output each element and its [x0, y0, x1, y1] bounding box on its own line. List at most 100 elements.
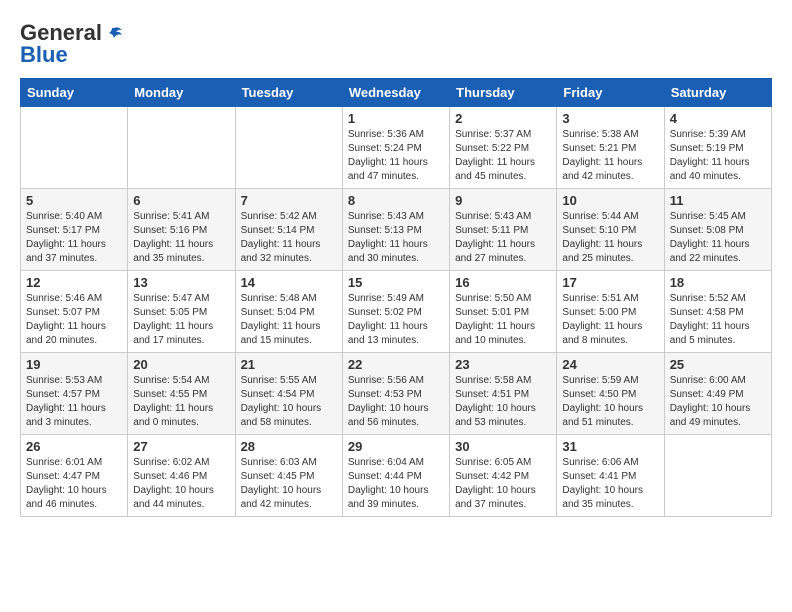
day-number: 20: [133, 357, 229, 372]
day-info: Sunrise: 5:40 AM Sunset: 5:17 PM Dayligh…: [26, 210, 122, 266]
day-info: Sunrise: 6:01 AM Sunset: 4:47 PM Dayligh…: [26, 456, 122, 512]
calendar-cell: 1Sunrise: 5:36 AM Sunset: 5:24 PM Daylig…: [342, 107, 449, 189]
weekday-header: Sunday: [21, 79, 128, 107]
day-info: Sunrise: 5:54 AM Sunset: 4:55 PM Dayligh…: [133, 374, 229, 430]
calendar-cell: 6 Sunrise: 5:41 AM Sunset: 5:16 PM Daylig…: [128, 189, 235, 271]
calendar-table: SundayMondayTuesdayWednesdayThursdayFrid…: [20, 78, 772, 517]
day-number: 14: [241, 275, 337, 290]
day-number: 24: [562, 357, 658, 372]
day-number: 22: [348, 357, 444, 372]
day-number: 27: [133, 439, 229, 454]
day-info: Sunrise: 6:03 AM Sunset: 4:45 PM Dayligh…: [241, 456, 337, 512]
weekday-header: Friday: [557, 79, 664, 107]
day-info: Sunrise: 5:50 AM Sunset: 5:01 PM Dayligh…: [455, 292, 551, 348]
calendar-cell: [21, 107, 128, 189]
day-info: Sunrise: 5:47 AM Sunset: 5:05 PM Dayligh…: [133, 292, 229, 348]
day-info: Sunrise: 5:48 AM Sunset: 5:04 PM Dayligh…: [241, 292, 337, 348]
day-info: Sunrise: 5:51 AM Sunset: 5:00 PM Dayligh…: [562, 292, 658, 348]
day-number: 13: [133, 275, 229, 290]
weekday-header: Monday: [128, 79, 235, 107]
day-number: 21: [241, 357, 337, 372]
day-info: Sunrise: 6:05 AM Sunset: 4:42 PM Dayligh…: [455, 456, 551, 512]
calendar-cell: [664, 435, 771, 517]
calendar-cell: 18 Sunrise: 5:52 AM Sunset: 4:58 PM Dayli…: [664, 271, 771, 353]
day-number: 8: [348, 193, 444, 208]
calendar-cell: 26 Sunrise: 6:01 AM Sunset: 4:47 PM Dayli…: [21, 435, 128, 517]
calendar-cell: 15 Sunrise: 5:49 AM Sunset: 5:02 PM Dayli…: [342, 271, 449, 353]
day-number: 31: [562, 439, 658, 454]
calendar-cell: 3 Sunrise: 5:38 AM Sunset: 5:21 PM Daylig…: [557, 107, 664, 189]
day-info: Sunrise: 5:43 AM Sunset: 5:11 PM Dayligh…: [455, 210, 551, 266]
day-number: 11: [670, 193, 766, 208]
calendar-cell: 24 Sunrise: 5:59 AM Sunset: 4:50 PM Dayli…: [557, 353, 664, 435]
calendar-week-row: 26 Sunrise: 6:01 AM Sunset: 4:47 PM Dayli…: [21, 435, 772, 517]
day-info: Sunrise: 5:36 AM Sunset: 5:24 PM Dayligh…: [348, 128, 444, 184]
calendar-cell: 20 Sunrise: 5:54 AM Sunset: 4:55 PM Dayli…: [128, 353, 235, 435]
calendar-cell: 13 Sunrise: 5:47 AM Sunset: 5:05 PM Dayli…: [128, 271, 235, 353]
calendar-cell: 21 Sunrise: 5:55 AM Sunset: 4:54 PM Dayli…: [235, 353, 342, 435]
calendar-cell: 30 Sunrise: 6:05 AM Sunset: 4:42 PM Dayli…: [450, 435, 557, 517]
day-number: 19: [26, 357, 122, 372]
day-number: 12: [26, 275, 122, 290]
day-number: 17: [562, 275, 658, 290]
day-info: Sunrise: 6:06 AM Sunset: 4:41 PM Dayligh…: [562, 456, 658, 512]
calendar-cell: 31 Sunrise: 6:06 AM Sunset: 4:41 PM Dayli…: [557, 435, 664, 517]
day-number: 23: [455, 357, 551, 372]
day-number: 7: [241, 193, 337, 208]
calendar-cell: 2 Sunrise: 5:37 AM Sunset: 5:22 PM Daylig…: [450, 107, 557, 189]
day-info: Sunrise: 6:02 AM Sunset: 4:46 PM Dayligh…: [133, 456, 229, 512]
calendar-week-row: 5 Sunrise: 5:40 AM Sunset: 5:17 PM Daylig…: [21, 189, 772, 271]
calendar-cell: 12Sunrise: 5:46 AM Sunset: 5:07 PM Dayli…: [21, 271, 128, 353]
day-number: 29: [348, 439, 444, 454]
calendar-cell: 8 Sunrise: 5:43 AM Sunset: 5:13 PM Daylig…: [342, 189, 449, 271]
weekday-header: Thursday: [450, 79, 557, 107]
logo-blue: Blue: [20, 42, 68, 68]
calendar-cell: 16Sunrise: 5:50 AM Sunset: 5:01 PM Dayli…: [450, 271, 557, 353]
day-info: Sunrise: 5:43 AM Sunset: 5:13 PM Dayligh…: [348, 210, 444, 266]
calendar-cell: 25Sunrise: 6:00 AM Sunset: 4:49 PM Dayli…: [664, 353, 771, 435]
weekday-header-row: SundayMondayTuesdayWednesdayThursdayFrid…: [21, 79, 772, 107]
calendar-cell: 4 Sunrise: 5:39 AM Sunset: 5:19 PM Daylig…: [664, 107, 771, 189]
day-number: 10: [562, 193, 658, 208]
calendar-cell: 27 Sunrise: 6:02 AM Sunset: 4:46 PM Dayli…: [128, 435, 235, 517]
day-info: Sunrise: 5:49 AM Sunset: 5:02 PM Dayligh…: [348, 292, 444, 348]
calendar-week-row: 19 Sunrise: 5:53 AM Sunset: 4:57 PM Dayli…: [21, 353, 772, 435]
calendar-cell: 22 Sunrise: 5:56 AM Sunset: 4:53 PM Dayli…: [342, 353, 449, 435]
day-info: Sunrise: 6:04 AM Sunset: 4:44 PM Dayligh…: [348, 456, 444, 512]
calendar-cell: 17 Sunrise: 5:51 AM Sunset: 5:00 PM Dayli…: [557, 271, 664, 353]
calendar-cell: [235, 107, 342, 189]
day-number: 30: [455, 439, 551, 454]
day-number: 18: [670, 275, 766, 290]
day-info: Sunrise: 5:58 AM Sunset: 4:51 PM Dayligh…: [455, 374, 551, 430]
day-number: 2: [455, 111, 551, 126]
day-info: Sunrise: 5:41 AM Sunset: 5:16 PM Dayligh…: [133, 210, 229, 266]
day-info: Sunrise: 5:53 AM Sunset: 4:57 PM Dayligh…: [26, 374, 122, 430]
day-number: 4: [670, 111, 766, 126]
day-info: Sunrise: 5:45 AM Sunset: 5:08 PM Dayligh…: [670, 210, 766, 266]
calendar-cell: 19 Sunrise: 5:53 AM Sunset: 4:57 PM Dayli…: [21, 353, 128, 435]
logo: General Blue: [20, 20, 124, 68]
day-info: Sunrise: 5:38 AM Sunset: 5:21 PM Dayligh…: [562, 128, 658, 184]
day-number: 5: [26, 193, 122, 208]
calendar-week-row: 1Sunrise: 5:36 AM Sunset: 5:24 PM Daylig…: [21, 107, 772, 189]
day-number: 26: [26, 439, 122, 454]
day-info: Sunrise: 5:59 AM Sunset: 4:50 PM Dayligh…: [562, 374, 658, 430]
day-info: Sunrise: 5:37 AM Sunset: 5:22 PM Dayligh…: [455, 128, 551, 184]
calendar-cell: 7 Sunrise: 5:42 AM Sunset: 5:14 PM Daylig…: [235, 189, 342, 271]
day-info: Sunrise: 5:52 AM Sunset: 4:58 PM Dayligh…: [670, 292, 766, 348]
calendar-cell: 23 Sunrise: 5:58 AM Sunset: 4:51 PM Dayli…: [450, 353, 557, 435]
calendar-week-row: 12Sunrise: 5:46 AM Sunset: 5:07 PM Dayli…: [21, 271, 772, 353]
day-info: Sunrise: 5:55 AM Sunset: 4:54 PM Dayligh…: [241, 374, 337, 430]
day-info: Sunrise: 5:42 AM Sunset: 5:14 PM Dayligh…: [241, 210, 337, 266]
day-number: 28: [241, 439, 337, 454]
weekday-header: Wednesday: [342, 79, 449, 107]
day-info: Sunrise: 5:56 AM Sunset: 4:53 PM Dayligh…: [348, 374, 444, 430]
day-number: 9: [455, 193, 551, 208]
day-number: 6: [133, 193, 229, 208]
day-info: Sunrise: 5:39 AM Sunset: 5:19 PM Dayligh…: [670, 128, 766, 184]
day-number: 3: [562, 111, 658, 126]
day-info: Sunrise: 5:44 AM Sunset: 5:10 PM Dayligh…: [562, 210, 658, 266]
day-number: 15: [348, 275, 444, 290]
calendar-cell: [128, 107, 235, 189]
calendar-cell: 11 Sunrise: 5:45 AM Sunset: 5:08 PM Dayli…: [664, 189, 771, 271]
